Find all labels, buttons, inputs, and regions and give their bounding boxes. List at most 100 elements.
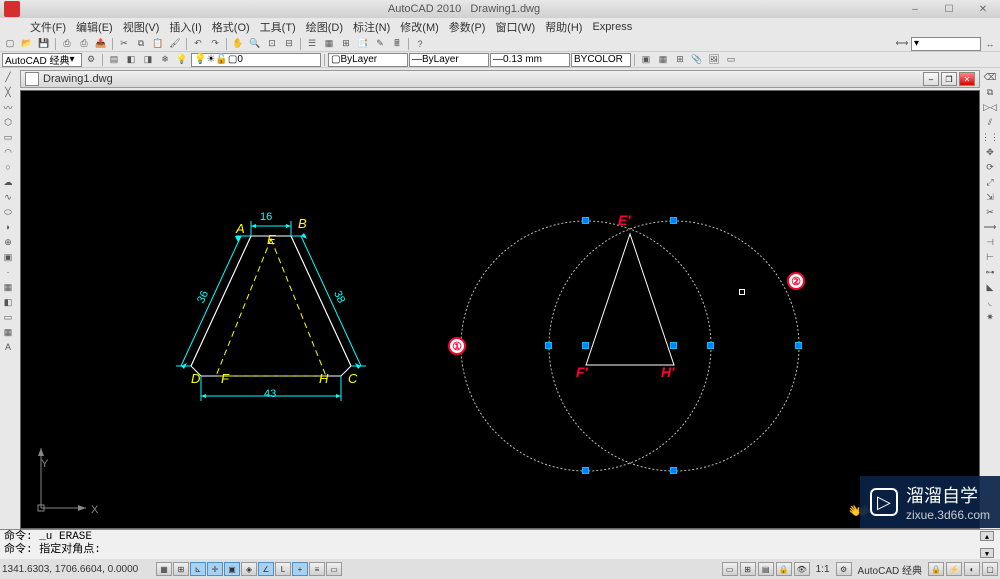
ducs-toggle[interactable]: L xyxy=(275,562,291,576)
grip-circle2-center[interactable] xyxy=(670,342,677,349)
copy-icon[interactable]: ⧉ xyxy=(133,37,149,51)
offset-icon[interactable]: ⫽ xyxy=(983,115,997,129)
arc-icon[interactable]: ◠ xyxy=(1,145,15,159)
block-insert-icon[interactable]: ▣ xyxy=(638,53,654,67)
grip-circle2-north[interactable] xyxy=(670,217,677,224)
gradient-icon[interactable]: ◧ xyxy=(1,295,15,309)
grip-circle1-east[interactable] xyxy=(707,342,714,349)
zoom-realtime-icon[interactable]: 🔍 xyxy=(247,37,263,51)
qp-toggle[interactable]: ▭ xyxy=(326,562,342,576)
new-icon[interactable]: ▢ xyxy=(2,37,18,51)
otrack-toggle[interactable]: ∠ xyxy=(258,562,274,576)
explode-icon[interactable]: ✷ xyxy=(983,310,997,324)
line-icon[interactable]: ╱ xyxy=(1,70,15,84)
polygon-icon[interactable]: ⬡ xyxy=(1,115,15,129)
move-icon[interactable]: ✥ xyxy=(983,145,997,159)
trim-icon[interactable]: ✂ xyxy=(983,205,997,219)
chamfer-icon[interactable]: ◣ xyxy=(983,280,997,294)
command-line[interactable]: 命令: _u ERASE 命令: 指定对角点: 命令: ▲ ▼ xyxy=(0,529,1000,559)
clean-screen[interactable]: ▢ xyxy=(982,562,998,576)
annotation-visibility[interactable]: 👁 xyxy=(794,562,810,576)
menu-draw[interactable]: 绘图(D) xyxy=(302,18,347,36)
save-icon[interactable]: 💾 xyxy=(36,37,52,51)
join-icon[interactable]: ⊶ xyxy=(983,265,997,279)
cmd-scroll-up[interactable]: ▲ xyxy=(980,531,994,541)
isolate-objects[interactable]: ◐ xyxy=(964,562,980,576)
lwt-toggle[interactable]: ≡ xyxy=(309,562,325,576)
snap-toggle[interactable]: ▦ xyxy=(156,562,172,576)
workspace-dropdown[interactable]: AutoCAD 经典 ▾ xyxy=(2,53,82,67)
markup-icon[interactable]: ✎ xyxy=(372,37,388,51)
block-create-icon[interactable]: ▦ xyxy=(655,53,671,67)
ellipse-icon[interactable]: ⬭ xyxy=(1,205,15,219)
region-icon[interactable]: ▭ xyxy=(1,310,15,324)
xref-icon[interactable]: 📎 xyxy=(689,53,705,67)
block-edit-icon[interactable]: ⊞ xyxy=(672,53,688,67)
pline-icon[interactable]: 〰 xyxy=(1,100,15,114)
layer-freeze-icon[interactable]: ❄ xyxy=(157,53,173,67)
close-button[interactable]: ✕ xyxy=(970,2,996,16)
menu-dimension[interactable]: 标注(N) xyxy=(349,18,394,36)
menu-insert[interactable]: 插入(I) xyxy=(165,18,205,36)
doc-restore-button[interactable]: ❐ xyxy=(941,72,957,86)
zoom-previous-icon[interactable]: ⊟ xyxy=(281,37,297,51)
image-icon[interactable]: 🖼 xyxy=(706,53,722,67)
point-icon[interactable]: · xyxy=(1,265,15,279)
minimize-button[interactable]: – xyxy=(902,2,928,16)
3dosnap-toggle[interactable]: ◈ xyxy=(241,562,257,576)
layer-iso-icon[interactable]: ◨ xyxy=(140,53,156,67)
osnap-toggle[interactable]: ▣ xyxy=(224,562,240,576)
scale-icon[interactable]: ⤢ xyxy=(983,175,997,189)
menu-format[interactable]: 格式(O) xyxy=(208,18,254,36)
doc-minimize-button[interactable]: – xyxy=(923,72,939,86)
quickview-drawings[interactable]: ▤ xyxy=(758,562,774,576)
model-paper-toggle[interactable]: ▭ xyxy=(722,562,738,576)
insert-icon[interactable]: ⊕ xyxy=(1,235,15,249)
quickview-layouts[interactable]: ⊞ xyxy=(740,562,756,576)
layer-dropdown[interactable]: 💡☀🔓▢ 0 xyxy=(191,53,321,67)
make-block-icon[interactable]: ▣ xyxy=(1,250,15,264)
layer-states-icon[interactable]: ◧ xyxy=(123,53,139,67)
ellipsearc-icon[interactable]: ◗ xyxy=(1,220,15,234)
redo-icon[interactable]: ↷ xyxy=(207,37,223,51)
grip-circle1-south[interactable] xyxy=(582,467,589,474)
ortho-toggle[interactable]: ⊾ xyxy=(190,562,206,576)
array-icon[interactable]: ⋮⋮ xyxy=(983,130,997,144)
menu-parametric[interactable]: 参数(P) xyxy=(445,18,490,36)
stretch-icon[interactable]: ⇲ xyxy=(983,190,997,204)
hardware-accel[interactable]: ⚡ xyxy=(946,562,962,576)
grid-toggle[interactable]: ⊞ xyxy=(173,562,189,576)
command-scrollbar[interactable]: ▲ ▼ xyxy=(980,531,996,558)
menu-view[interactable]: 视图(V) xyxy=(119,18,164,36)
linetype-dropdown[interactable]: — ByLayer xyxy=(409,53,489,67)
workspace-switching[interactable]: ⚙ xyxy=(836,562,852,576)
xline-icon[interactable]: ╳ xyxy=(1,85,15,99)
preview-icon[interactable]: ⎙ xyxy=(76,37,92,51)
mirror-icon[interactable]: ▷◁ xyxy=(983,100,997,114)
help-icon[interactable]: ? xyxy=(412,37,428,51)
copy-obj-icon[interactable]: ⧉ xyxy=(983,85,997,99)
properties-icon[interactable]: ☰ xyxy=(304,37,320,51)
rotate-icon[interactable]: ⟳ xyxy=(983,160,997,174)
design-center-icon[interactable]: ▦ xyxy=(321,37,337,51)
menu-window[interactable]: 窗口(W) xyxy=(491,18,539,36)
menu-tools[interactable]: 工具(T) xyxy=(256,18,300,36)
extend-icon[interactable]: ⟶ xyxy=(983,220,997,234)
erase-icon[interactable]: ⌫ xyxy=(983,70,997,84)
menu-edit[interactable]: 编辑(E) xyxy=(72,18,117,36)
pan-icon[interactable]: ✋ xyxy=(230,37,246,51)
dim-linear-icon[interactable]: ⟷ xyxy=(894,37,910,51)
menu-file[interactable]: 文件(F) xyxy=(26,18,70,36)
sheet-set-icon[interactable]: 📑 xyxy=(355,37,371,51)
grip-circle1-center[interactable] xyxy=(582,342,589,349)
lineweight-dropdown[interactable]: — 0.13 mm xyxy=(490,53,570,67)
grip-circle2-south[interactable] xyxy=(670,467,677,474)
hatch-icon[interactable]: ▦ xyxy=(1,280,15,294)
toolbar-lock[interactable]: 🔒 xyxy=(928,562,944,576)
paste-icon[interactable]: 📋 xyxy=(150,37,166,51)
grip-circle2-east[interactable] xyxy=(795,342,802,349)
plotstyle-dropdown[interactable]: BYCOLOR xyxy=(571,53,631,67)
cut-icon[interactable]: ✂ xyxy=(116,37,132,51)
field-icon[interactable]: ▭ xyxy=(723,53,739,67)
polar-toggle[interactable]: ✛ xyxy=(207,562,223,576)
